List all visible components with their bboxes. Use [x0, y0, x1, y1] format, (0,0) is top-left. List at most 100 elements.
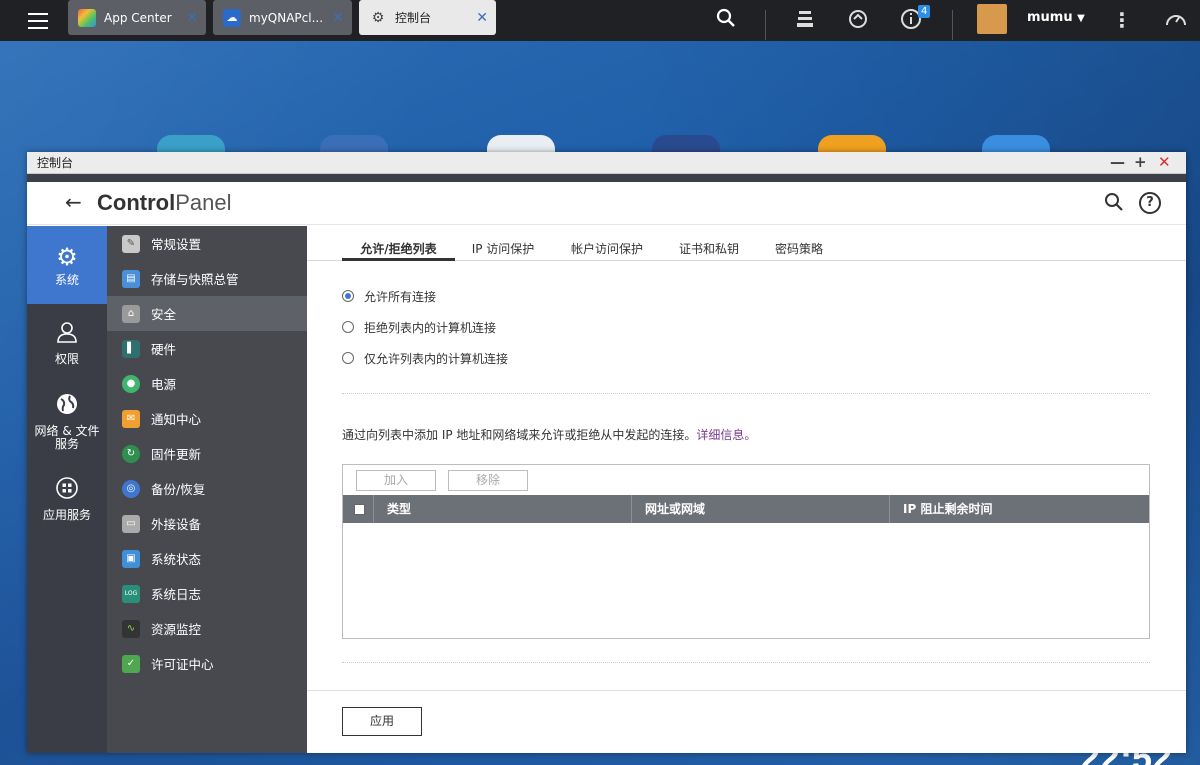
back-arrow-icon[interactable]: ←: [65, 190, 82, 214]
taskbar-tab-myqnapcloud[interactable]: ☁ myQNAPcl... ✕: [213, 0, 352, 35]
menu-item-hardware[interactable]: ▌ 硬件: [107, 331, 307, 366]
category-system[interactable]: ⚙ 系统: [27, 226, 107, 304]
sync-icon[interactable]: [846, 8, 870, 32]
external-device-icon: ▭: [122, 514, 140, 533]
license-icon: ✓: [122, 654, 140, 673]
security-content: 允许/拒绝列表 IP 访问保护 帐户访问保护 证书和私钥 密码策略 允许所有连接…: [307, 226, 1186, 753]
tab-label: 控制台: [395, 11, 432, 25]
close-icon[interactable]: ✕: [476, 10, 488, 26]
window-title: 控制台: [37, 156, 74, 170]
notification-badge: 4: [918, 5, 931, 18]
storage-icon: ▤: [122, 269, 140, 288]
chevron-down-icon: ▼: [1077, 13, 1085, 24]
security-tabs: 允许/拒绝列表 IP 访问保护 帐户访问保护 证书和私钥 密码策略: [307, 240, 1186, 261]
select-all-checkbox[interactable]: [354, 504, 365, 515]
window-header-strip: [27, 174, 1186, 182]
main-menu-icon[interactable]: [28, 6, 58, 36]
select-all-column: [343, 495, 374, 523]
power-icon: ●: [122, 374, 140, 393]
tab-account-access-protection[interactable]: 帐户访问保护: [569, 240, 645, 261]
menu-item-external-device[interactable]: ▭ 外接设备: [107, 506, 307, 541]
settings-icon: ✎: [122, 234, 140, 253]
menu-item-power[interactable]: ● 电源: [107, 366, 307, 401]
search-icon[interactable]: [1103, 192, 1125, 214]
column-address-domain[interactable]: 网址或网域: [632, 495, 890, 523]
notification-icon: ✉: [122, 409, 140, 428]
footer: 应用: [307, 690, 1186, 753]
menu-item-storage-snapshots[interactable]: ▤ 存储与快照总管: [107, 261, 307, 296]
gear-icon: ⚙: [371, 9, 385, 26]
minimize-icon[interactable]: —: [1110, 153, 1125, 171]
hardware-icon: ▌: [122, 339, 140, 358]
maximize-icon[interactable]: +: [1134, 153, 1147, 171]
category-sidebar: ⚙ 系统 权限 网络 & 文件服务 应用服务: [27, 226, 107, 753]
globe-icon: [55, 392, 79, 421]
more-info-link[interactable]: 详细信息。: [696, 428, 756, 442]
menu-item-system-logs[interactable]: LOG 系统日志: [107, 576, 307, 611]
menu-item-firmware-update[interactable]: ↻ 固件更新: [107, 436, 307, 471]
radio-allow-list-only[interactable]: 仅允许列表内的计算机连接: [342, 350, 508, 366]
lock-icon: ⌂: [122, 304, 140, 323]
menu-item-backup-restore[interactable]: ◎ 备份/恢复: [107, 471, 307, 506]
help-icon[interactable]: ?: [1139, 192, 1161, 214]
radio-allow-all[interactable]: 允许所有连接: [342, 288, 436, 304]
category-app-services[interactable]: 应用服务: [27, 460, 107, 538]
category-privilege[interactable]: 权限: [27, 304, 107, 382]
radio-button[interactable]: [342, 290, 354, 302]
taskbar-separator: [952, 10, 953, 40]
menu-item-general-settings[interactable]: ✎ 常规设置: [107, 226, 307, 261]
menu-item-system-status[interactable]: ▣ 系统状态: [107, 541, 307, 576]
backup-icon: ◎: [122, 479, 140, 498]
taskbar-separator: [765, 10, 766, 40]
category-label: 网络 & 文件服务: [34, 423, 100, 451]
window-titlebar[interactable]: 控制台 — + ✕: [27, 152, 1186, 174]
tab-allow-deny-list[interactable]: 允许/拒绝列表: [342, 240, 455, 261]
myqnapcloud-icon: ☁: [223, 8, 241, 27]
menu-item-security[interactable]: ⌂ 安全: [107, 296, 307, 331]
radio-deny-list[interactable]: 拒绝列表内的计算机连接: [342, 319, 496, 335]
radio-button[interactable]: [342, 321, 354, 333]
tab-label: myQNAPcl...: [249, 10, 324, 25]
search-icon[interactable]: [714, 8, 738, 32]
add-button[interactable]: 加入: [356, 470, 436, 491]
menu-item-license-center[interactable]: ✓ 许可证中心: [107, 646, 307, 681]
more-options-icon[interactable]: ⋮: [1110, 8, 1134, 32]
taskbar: App Center ✕ ☁ myQNAPcl... ✕ ⚙ 控制台 ✕ 4 m…: [0, 0, 1200, 41]
tab-label: App Center: [104, 10, 172, 25]
category-label: 应用服务: [42, 508, 91, 522]
close-icon[interactable]: ✕: [332, 10, 344, 26]
log-icon: LOG: [122, 584, 140, 603]
category-label: 权限: [54, 352, 79, 366]
dashboard-icon[interactable]: [1164, 8, 1188, 32]
resource-monitor-icon: ∿: [122, 619, 140, 638]
column-block-remaining-time[interactable]: IP 阻止剩余时间: [890, 495, 1149, 523]
taskbar-tab-control-panel[interactable]: ⚙ 控制台 ✕: [359, 0, 496, 35]
tab-ip-access-protection[interactable]: IP 访问保护: [467, 240, 539, 261]
avatar[interactable]: [977, 4, 1007, 34]
close-icon[interactable]: ✕: [1158, 153, 1171, 171]
control-panel-window: 控制台 — + ✕ ← ControlPanel ? ⚙ 系统 权限 网络 & …: [27, 152, 1186, 753]
apps-icon: [55, 476, 79, 505]
menu-item-resource-monitor[interactable]: ∿ 资源监控: [107, 611, 307, 646]
firmware-icon: ↻: [122, 444, 140, 463]
close-icon[interactable]: ✕: [186, 10, 198, 26]
tab-password-policy[interactable]: 密码策略: [773, 240, 825, 261]
tab-certificate-private-key[interactable]: 证书和私钥: [677, 240, 741, 261]
taskbar-tab-app-center[interactable]: App Center ✕: [68, 0, 206, 35]
category-label: 系统: [54, 272, 79, 287]
gear-icon: ⚙: [56, 242, 78, 271]
tasks-icon[interactable]: [793, 8, 817, 32]
app-center-icon: [78, 8, 96, 27]
remove-button[interactable]: 移除: [448, 470, 528, 491]
user-menu[interactable]: mumu ▼: [1027, 10, 1085, 25]
settings-menu: ✎ 常规设置 ▤ 存储与快照总管 ⌂ 安全 ▌ 硬件 ● 电源 ✉ 通知中心 ↻ 固件更新 ◎…: [107, 226, 307, 753]
category-network-file-services[interactable]: 网络 & 文件服务: [27, 382, 107, 460]
apply-button[interactable]: 应用: [342, 707, 422, 736]
divider: [342, 662, 1150, 663]
column-type[interactable]: 类型: [374, 495, 632, 523]
system-status-icon: ▣: [122, 549, 140, 568]
user-icon: [55, 320, 79, 349]
menu-item-notification-center[interactable]: ✉ 通知中心: [107, 401, 307, 436]
username-label: mumu: [1027, 10, 1073, 25]
radio-button[interactable]: [342, 352, 354, 364]
